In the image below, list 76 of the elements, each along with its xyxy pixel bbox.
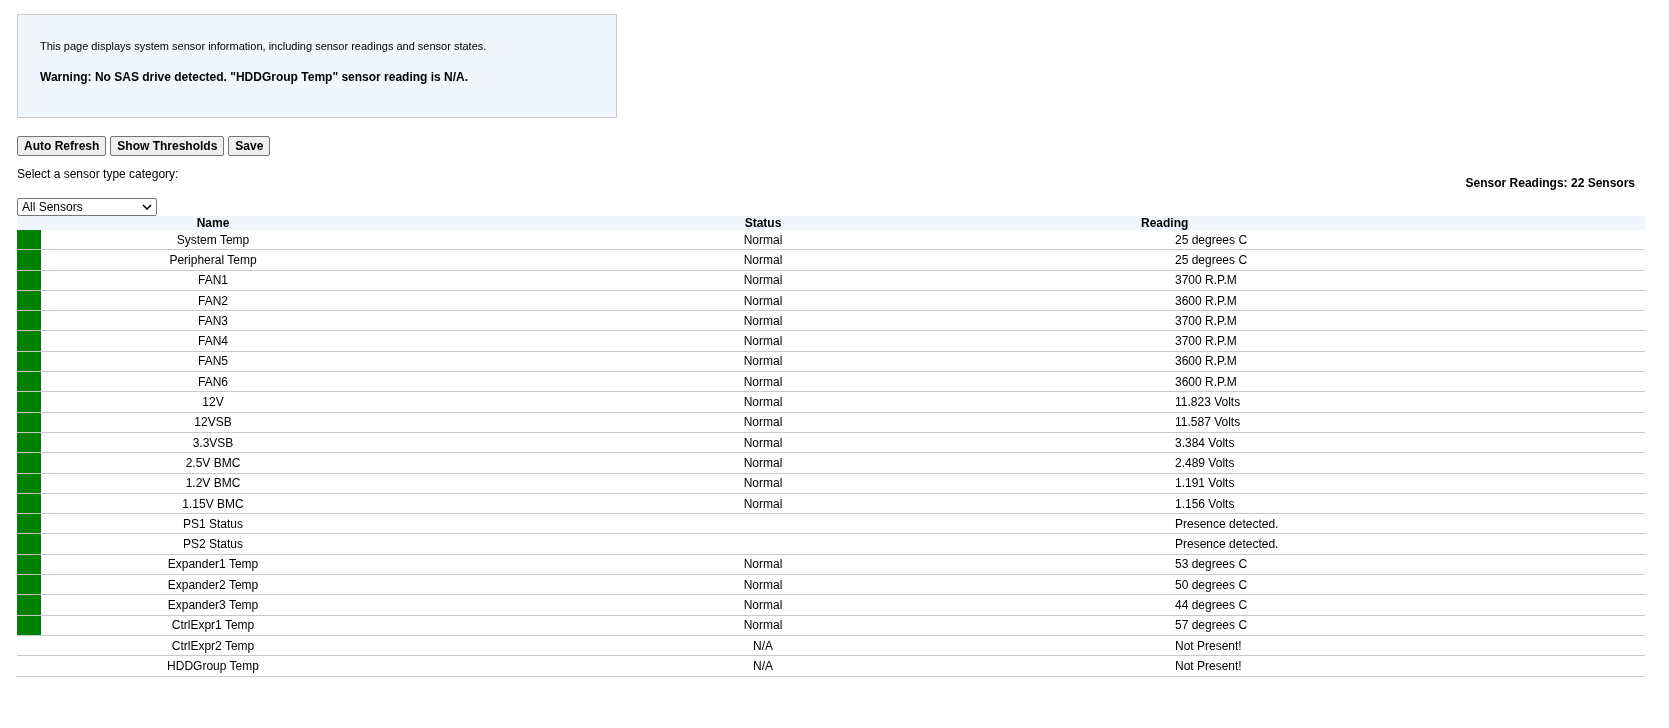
table-cell-text: Not Present! bbox=[1174, 657, 1243, 675]
table-cell-text: 12V bbox=[201, 394, 225, 411]
table-cell-text: 50 degrees C bbox=[1174, 576, 1249, 594]
table-cell-text: Normal bbox=[742, 272, 784, 290]
table-cell-text: Normal bbox=[742, 475, 784, 493]
toolbar-button[interactable]: Save bbox=[228, 136, 271, 156]
table-cell-text: Peripheral Temp bbox=[168, 251, 258, 269]
table-cell-text: N/A bbox=[752, 657, 774, 675]
category-label: Select a sensor type category: bbox=[17, 167, 179, 181]
table-cell-text: 11.823 Volts bbox=[1174, 394, 1242, 411]
table-cell-text: Normal bbox=[742, 434, 784, 452]
table-cell-text: FAN6 bbox=[197, 373, 229, 391]
table-cell-text: Normal bbox=[742, 312, 784, 330]
table-cell-text: Expander1 Temp bbox=[166, 556, 260, 574]
warning-text: Warning: No SAS drive detected. "HDDGroup Temp" sensor reading is N/A. bbox=[40, 70, 470, 84]
table-cell-text: Normal bbox=[742, 373, 784, 391]
table-cell-text: CtrlExpr1 Temp bbox=[170, 617, 256, 635]
table-cell-text: Not Present! bbox=[1174, 637, 1243, 655]
table-cell-text: Normal bbox=[742, 576, 784, 594]
table-cell-text: Presence detected. bbox=[1174, 515, 1280, 533]
table-cell-text: Normal bbox=[742, 617, 784, 635]
chevron-icon bbox=[142, 204, 152, 210]
description-text: This page displays system sensor information, including sensor readings and sensor states. bbox=[40, 40, 488, 52]
category-select[interactable]: All Sensors bbox=[17, 198, 157, 216]
table-cell-text: Normal bbox=[742, 292, 784, 310]
sensor-count: Sensor Readings: 22 Sensors bbox=[1465, 176, 1635, 190]
column-header: Status bbox=[743, 216, 783, 230]
toolbar-button[interactable]: Auto Refresh bbox=[17, 136, 107, 156]
column-header: Name bbox=[195, 216, 231, 230]
table-cell-text: 11.587 Volts bbox=[1174, 414, 1242, 432]
table-cell-text: HDDGroup Temp bbox=[166, 657, 260, 675]
table-cell-text: FAN5 bbox=[197, 353, 229, 371]
table-cell-text: 44 degrees C bbox=[1174, 597, 1249, 614]
table-cell-text: CtrlExpr2 Temp bbox=[170, 637, 256, 655]
toolbar-button[interactable]: Show Thresholds bbox=[110, 136, 225, 156]
table-cell-text: 12VSB bbox=[193, 414, 233, 432]
table-cell-text: 1.2V BMC bbox=[184, 475, 242, 493]
table-cell-text: 3.384 Volts bbox=[1174, 434, 1236, 452]
table-cell-text: 3600 R.P.M bbox=[1174, 292, 1238, 310]
table-cell-text: 2.489 Volts bbox=[1174, 454, 1236, 472]
table-cell-text: Presence detected. bbox=[1174, 536, 1280, 554]
table-cell-text: 3600 R.P.M bbox=[1174, 353, 1238, 371]
table-cell-text: FAN4 bbox=[197, 333, 229, 351]
table-cell-text: Normal bbox=[742, 251, 784, 269]
table-cell-text: Normal bbox=[742, 353, 784, 371]
table-cell-text: 25 degrees C bbox=[1174, 231, 1249, 249]
table-cell-text: 1.191 Volts bbox=[1174, 475, 1236, 493]
table-cell-text: Normal bbox=[742, 495, 784, 513]
table-cell-text: System Temp bbox=[175, 231, 251, 249]
table-cell-text: Normal bbox=[742, 333, 784, 351]
table-cell-text: 57 degrees C bbox=[1174, 617, 1249, 635]
table-cell-text: Normal bbox=[742, 454, 784, 472]
table-cell-text: 53 degrees C bbox=[1174, 556, 1249, 574]
table-cell-text: 3.3VSB bbox=[191, 434, 235, 452]
table-cell-text: Normal bbox=[742, 394, 784, 411]
table-cell-text: 25 degrees C bbox=[1174, 251, 1249, 269]
table-cell-text: Normal bbox=[742, 231, 784, 249]
table-cell-text: Expander3 Temp bbox=[166, 597, 260, 614]
table-cell-text: PS2 Status bbox=[181, 536, 244, 554]
column-header: Reading bbox=[1141, 216, 1189, 230]
table-cell-text: 3600 R.P.M bbox=[1174, 373, 1238, 391]
table-cell-text: 1.15V BMC bbox=[181, 495, 245, 513]
table-cell-text: FAN1 bbox=[197, 272, 229, 290]
table-cell-text: FAN3 bbox=[197, 312, 229, 330]
table-cell-text: 3700 R.P.M bbox=[1174, 312, 1238, 330]
table-cell-text: 1.156 Volts bbox=[1174, 495, 1236, 513]
table-cell-text: 3700 R.P.M bbox=[1174, 272, 1238, 290]
table-cell-text: Normal bbox=[742, 414, 784, 432]
table-cell-text: 3700 R.P.M bbox=[1174, 333, 1238, 351]
table-cell-text: PS1 Status bbox=[181, 515, 244, 533]
table-cell-text: Normal bbox=[742, 597, 784, 614]
table-cell-text: FAN2 bbox=[197, 292, 229, 310]
table-cell-text: Normal bbox=[742, 556, 784, 574]
table-cell-text: Expander2 Temp bbox=[166, 576, 260, 594]
table-cell-text: N/A bbox=[752, 637, 774, 655]
table-cell-text: 2.5V BMC bbox=[184, 454, 242, 472]
